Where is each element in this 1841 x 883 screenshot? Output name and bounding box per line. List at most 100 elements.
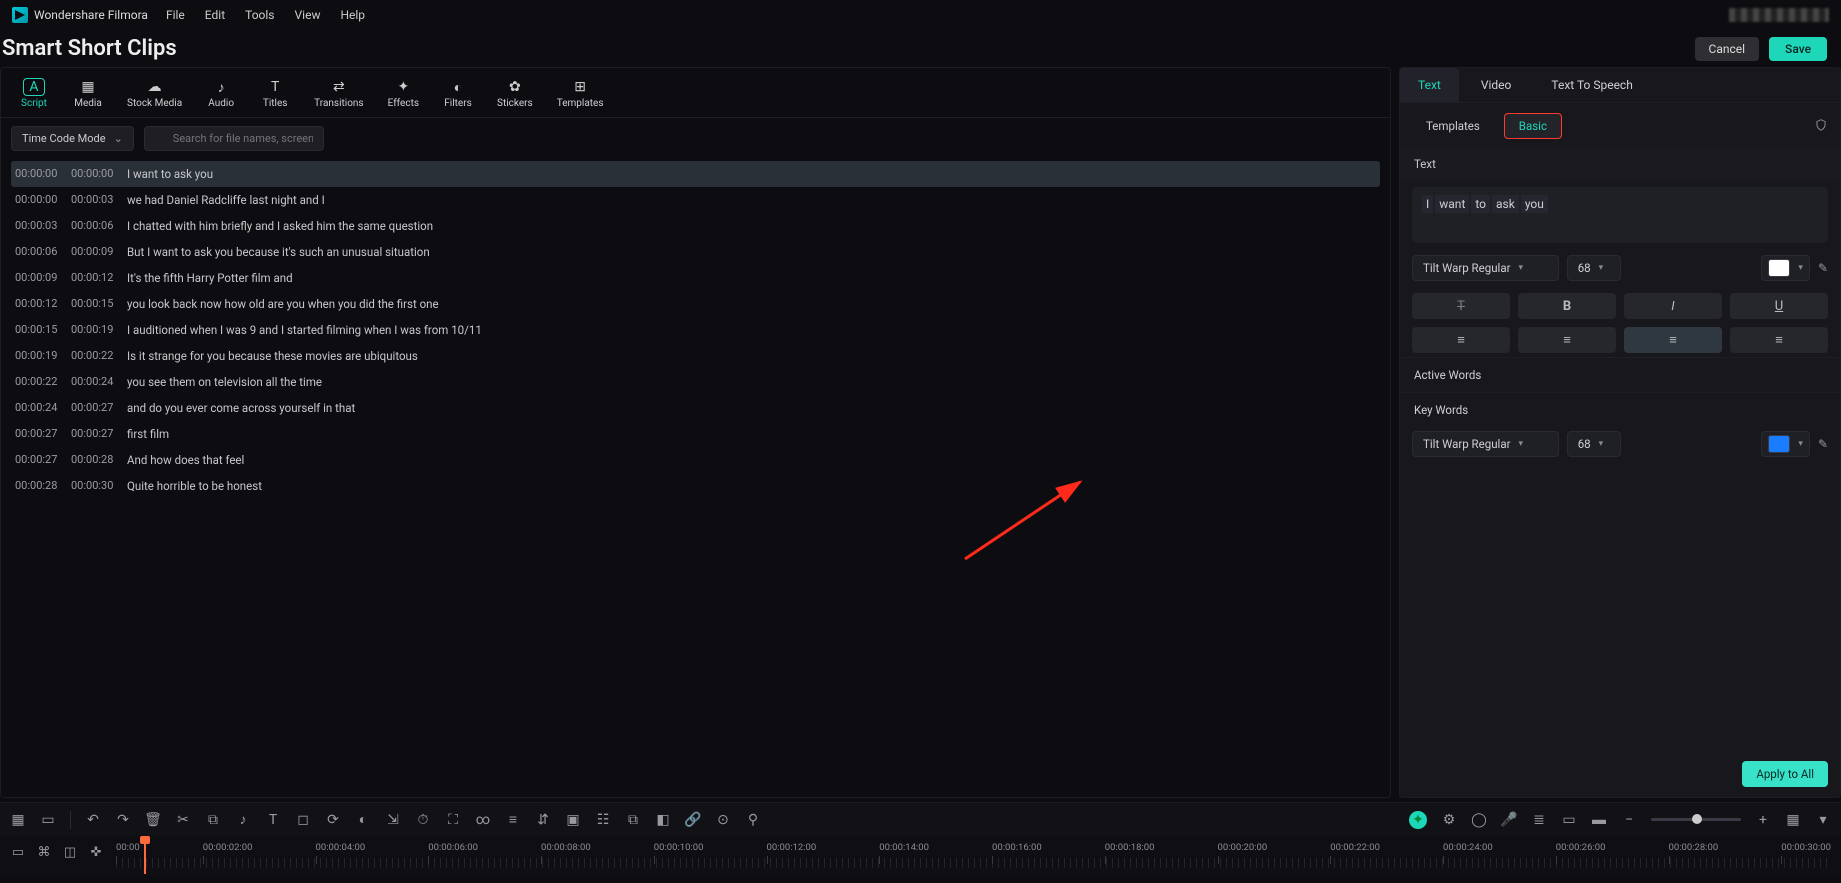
audio-icon[interactable]: ♪: [235, 812, 251, 828]
track-marker-icon[interactable]: ✜: [88, 844, 104, 860]
menu-view[interactable]: View: [295, 8, 321, 22]
align-center-button[interactable]: ≡: [1518, 327, 1616, 353]
ai-assist-icon[interactable]: ✦: [1409, 811, 1427, 829]
transcript-row[interactable]: 00:00:1200:00:15you look back now how ol…: [11, 291, 1380, 317]
crop-icon[interactable]: ⧉: [205, 812, 221, 828]
text-color-select[interactable]: ▾: [1761, 255, 1810, 281]
tab-text[interactable]: Text: [1400, 68, 1459, 102]
tab-video[interactable]: Video: [1463, 68, 1530, 102]
frame-icon[interactable]: ◻: [295, 812, 311, 828]
word-token[interactable]: I: [1422, 195, 1433, 213]
mask-icon[interactable]: ◧: [655, 812, 671, 828]
timer-icon[interactable]: ⏱: [415, 812, 431, 828]
fontsize-select[interactable]: 68▾: [1567, 255, 1621, 281]
transcript-row[interactable]: 00:00:0000:00:03we had Daniel Radcliffe …: [11, 187, 1380, 213]
transcript-row[interactable]: 00:00:0000:00:00I want to ask you: [11, 161, 1380, 187]
tab-titles[interactable]: TTitles: [250, 74, 300, 113]
playhead[interactable]: [144, 838, 146, 874]
tab-script[interactable]: AScript: [9, 74, 59, 113]
zoom-slider[interactable]: [1651, 818, 1741, 821]
word-token[interactable]: ask: [1492, 195, 1519, 213]
picture-icon[interactable]: ▬: [1591, 812, 1607, 828]
ai-shield-icon[interactable]: [1814, 118, 1828, 135]
transcript-row[interactable]: 00:00:2200:00:24you see them on televisi…: [11, 369, 1380, 395]
apply-to-all-button[interactable]: Apply to All: [1742, 761, 1828, 787]
track-icon[interactable]: ≡: [505, 812, 521, 828]
tab-stock-media[interactable]: ☁Stock Media: [117, 74, 192, 113]
export-icon[interactable]: ⇲: [385, 812, 401, 828]
tab-stickers[interactable]: ✿Stickers: [487, 74, 543, 113]
menu-tools[interactable]: Tools: [245, 8, 274, 22]
zoom-out-icon[interactable]: −: [1621, 812, 1637, 828]
text-icon[interactable]: T: [265, 812, 281, 828]
device-icon[interactable]: ▭: [1561, 812, 1577, 828]
word-token[interactable]: to: [1471, 195, 1490, 213]
settings-icon[interactable]: ⚙: [1441, 812, 1457, 828]
shield-icon[interactable]: ◯: [1471, 812, 1487, 828]
delete-icon[interactable]: 🗑: [145, 812, 161, 828]
text-editor[interactable]: Iwanttoaskyou: [1412, 187, 1828, 243]
underline-button[interactable]: U: [1730, 293, 1828, 319]
menu-help[interactable]: Help: [340, 8, 365, 22]
search-input[interactable]: [144, 126, 324, 151]
group-icon[interactable]: ▣: [565, 812, 581, 828]
zoom-in-icon[interactable]: +: [1755, 812, 1771, 828]
link-icon[interactable]: ∞: [475, 812, 491, 828]
kw-font-select[interactable]: Tilt Warp Regular▾: [1412, 431, 1559, 457]
layout-icon[interactable]: ▦: [10, 812, 26, 828]
mic-icon[interactable]: 🎤: [1501, 812, 1517, 828]
kw-fontsize-select[interactable]: 68▾: [1567, 431, 1621, 457]
transcript-row[interactable]: 00:00:1900:00:22Is it strange for you be…: [11, 343, 1380, 369]
redo-icon[interactable]: ↷: [115, 812, 131, 828]
cut-icon[interactable]: ✂: [175, 812, 191, 828]
rotate-icon[interactable]: ⟳: [325, 812, 341, 828]
transcript-row[interactable]: 00:00:2400:00:27and do you ever come acr…: [11, 395, 1380, 421]
tab-templates[interactable]: ⊞Templates: [547, 74, 614, 113]
expand-icon[interactable]: ⛶: [445, 812, 461, 828]
overlap-icon[interactable]: ⧉: [625, 812, 641, 828]
transcript-row[interactable]: 00:00:2800:00:30Quite horrible to be hon…: [11, 473, 1380, 499]
grid-icon[interactable]: ▦: [1785, 812, 1801, 828]
tab-media[interactable]: ▦Media: [63, 74, 113, 113]
transcript-row[interactable]: 00:00:2700:00:28And how does that feel: [11, 447, 1380, 473]
italic-button[interactable]: I: [1624, 293, 1722, 319]
tab-effects[interactable]: ✦Effects: [378, 74, 429, 113]
word-token[interactable]: you: [1521, 195, 1548, 213]
word-token[interactable]: want: [1435, 195, 1469, 213]
tab-audio[interactable]: ♪Audio: [196, 74, 246, 113]
adjust-icon[interactable]: ⇵: [535, 812, 551, 828]
menu-edit[interactable]: Edit: [205, 8, 225, 22]
track-audio-icon[interactable]: ◫: [62, 844, 78, 860]
active-words-section[interactable]: Active Words: [1400, 357, 1840, 392]
list-icon[interactable]: ≣: [1531, 812, 1547, 828]
chain-icon[interactable]: 🔗: [685, 812, 701, 828]
transcript-row[interactable]: 00:00:0900:00:12It's the fifth Harry Pot…: [11, 265, 1380, 291]
more-icon[interactable]: ▾: [1815, 812, 1831, 828]
attach-icon[interactable]: ⚲: [745, 812, 761, 828]
kw-color-select[interactable]: ▾: [1761, 431, 1810, 457]
transcript-row[interactable]: 00:00:0600:00:09But I want to ask you be…: [11, 239, 1380, 265]
undo-icon[interactable]: ↶: [85, 812, 101, 828]
timeline-ruler[interactable]: 00:0000:00:02:0000:00:04:0000:00:06:0000…: [116, 838, 1831, 874]
transcript-row[interactable]: 00:00:1500:00:19I auditioned when I was …: [11, 317, 1380, 343]
track-video-icon[interactable]: ▭: [10, 844, 26, 860]
tab-transitions[interactable]: ⇄Transitions: [304, 74, 373, 113]
palette-icon[interactable]: ◐: [355, 812, 371, 828]
align-justify-button[interactable]: ≡: [1730, 327, 1828, 353]
eyedropper-icon[interactable]: ✎: [1818, 437, 1828, 451]
timecode-mode-select[interactable]: Time Code Mode ⌄: [11, 126, 134, 151]
align-left-button[interactable]: ≡: [1412, 327, 1510, 353]
subtab-basic[interactable]: Basic: [1504, 113, 1562, 139]
save-button[interactable]: Save: [1769, 37, 1827, 61]
transcript-row[interactable]: 00:00:0300:00:06I chatted with him brief…: [11, 213, 1380, 239]
key-words-section[interactable]: Key Words: [1400, 392, 1840, 427]
tab-tts[interactable]: Text To Speech: [1533, 68, 1650, 102]
tab-filters[interactable]: ◐Filters: [433, 74, 483, 113]
zoom-knob[interactable]: [1692, 814, 1702, 824]
strikethrough-button[interactable]: T: [1412, 293, 1510, 319]
font-select[interactable]: Tilt Warp Regular▾: [1412, 255, 1559, 281]
subtab-templates[interactable]: Templates: [1412, 114, 1494, 138]
selection-icon[interactable]: ▭: [40, 812, 56, 828]
align-right-button[interactable]: ≡: [1624, 327, 1722, 353]
track-link-icon[interactable]: ⌘: [36, 844, 52, 860]
